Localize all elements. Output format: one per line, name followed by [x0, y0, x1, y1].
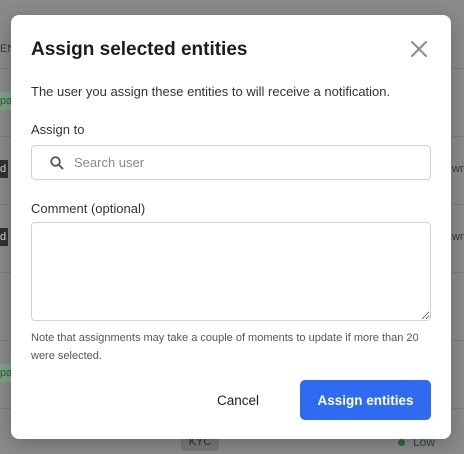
bg-status-chip: d [0, 228, 9, 246]
comment-textarea[interactable] [31, 222, 431, 321]
dialog-title: Assign selected entities [31, 39, 248, 60]
assign-entities-dialog: Assign selected entities The user you as… [11, 15, 451, 439]
close-button[interactable] [407, 37, 431, 61]
bg-status-chip: d [0, 160, 9, 178]
search-user-field[interactable] [31, 145, 431, 180]
assign-to-label: Assign to [31, 122, 85, 137]
close-icon[interactable] [407, 37, 431, 61]
comment-label: Comment (optional) [31, 201, 146, 216]
update-note: Note that assignments may take a couple … [31, 332, 419, 362]
cancel-button[interactable]: Cancel [200, 381, 276, 419]
assign-entities-button[interactable]: Assign entities [300, 380, 431, 420]
bg-cell-text: wn [452, 163, 464, 175]
status-dot-icon [398, 439, 405, 447]
dialog-description: The user you assign these entities to wi… [31, 84, 391, 99]
search-user-input[interactable] [74, 146, 424, 179]
search-icon [50, 156, 64, 170]
bg-cell-text: wn [452, 231, 464, 243]
